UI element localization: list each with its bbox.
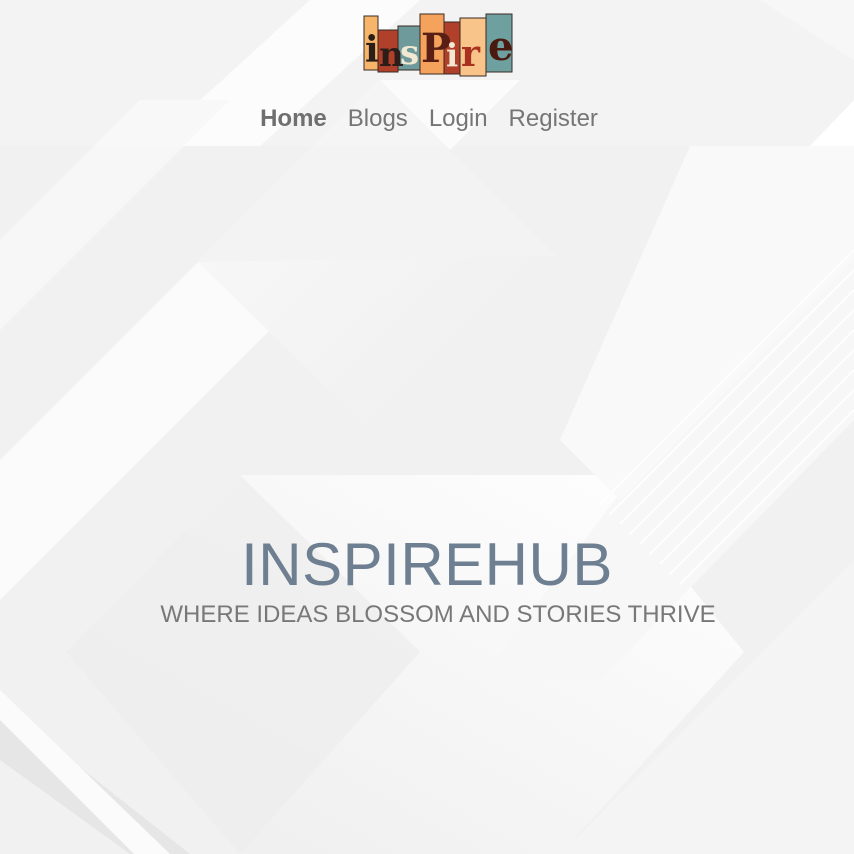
nav-home-link[interactable]: Home	[260, 105, 327, 133]
inspire-logo[interactable]: i n s P i r e	[362, 10, 516, 78]
nav-blogs-link[interactable]: Blogs	[348, 105, 408, 133]
hero-title: INSPIREHUB	[241, 531, 613, 598]
nav-register-link[interactable]: Register	[509, 105, 598, 133]
main-navigation: Home Blogs Login Register	[0, 102, 854, 136]
hero-section: INSPIREHUB WHERE IDEAS BLOSSOM AND STORI…	[0, 530, 854, 630]
svg-text:i: i	[365, 29, 379, 71]
svg-text:s: s	[400, 33, 419, 73]
svg-text:i: i	[446, 36, 458, 74]
site-header: i n s P i r e Home Blogs Login Register	[0, 0, 854, 146]
svg-text:r: r	[461, 33, 481, 75]
hero-subtitle: WHERE IDEAS BLOSSOM AND STORIES THRIVE	[160, 601, 716, 628]
nav-login-link[interactable]: Login	[429, 105, 488, 133]
svg-text:e: e	[488, 23, 513, 70]
